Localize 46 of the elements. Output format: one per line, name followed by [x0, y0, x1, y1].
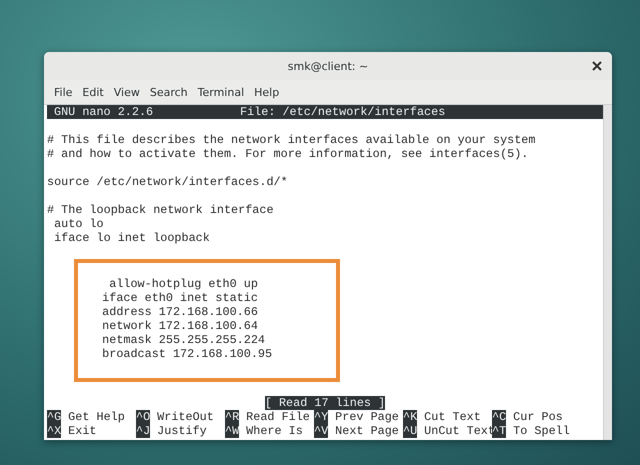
shortcut-key: ^V	[314, 424, 328, 438]
shortcut-label: Prev Page	[334, 410, 399, 424]
shortcut-label: Next Page	[334, 424, 399, 438]
code-line: allow-hotplug eth0 up	[108, 277, 259, 291]
shortcut-key: ^U	[403, 424, 418, 438]
shortcut-label: Exit	[67, 424, 96, 438]
shortcut-key: ^T	[492, 424, 506, 438]
menu-item[interactable]: Help	[249, 86, 284, 98]
shortcut-label: Get Help	[67, 410, 125, 424]
code-line: broadcast 172.168.100.95	[101, 347, 274, 361]
shortcut-label: Cur Pos	[512, 410, 563, 424]
menu-item[interactable]: View	[108, 86, 145, 98]
menu-item[interactable]: File	[49, 86, 78, 98]
code-line: auto lo	[53, 217, 105, 231]
shortcut-label: Read File	[245, 410, 310, 424]
status-message: [ Read 17 lines ]	[264, 396, 386, 410]
shortcut-label: Cut Text	[423, 410, 481, 424]
shortcut-key: ^X	[47, 424, 62, 438]
code-line: # and how to activate them. For more information, see interfaces(5).	[47, 147, 530, 161]
shortcut-key: ^C	[492, 410, 506, 424]
shortcut-key: ^J	[136, 424, 150, 438]
code-line: # The loopback network interface	[47, 203, 275, 217]
code-line: iface lo inet loopback	[53, 231, 211, 245]
code-line: address 172.168.100.66	[101, 305, 259, 319]
shortcut-key: ^K	[403, 410, 418, 424]
shortcut-label: Justify	[156, 424, 207, 438]
code-line: network 172.168.100.64	[101, 319, 259, 333]
nano-version: GNU nano 2.2.6	[53, 105, 154, 119]
code-line: netmask 255.255.255.224	[101, 333, 266, 347]
code-line: iface eth0 inet static	[101, 291, 259, 305]
shortcut-key: ^Y	[314, 410, 328, 424]
shortcut-key: ^G	[47, 410, 62, 424]
scrollbar[interactable]	[603, 105, 612, 440]
file-name: File: /etc/network/interfaces	[240, 105, 446, 119]
shortcut-label: Where Is	[245, 424, 303, 438]
menu-item[interactable]: Terminal	[192, 86, 250, 98]
menu-item[interactable]: Edit	[77, 86, 109, 98]
window-title: smk@client: ~	[288, 60, 368, 72]
shortcut-key: ^O	[136, 410, 150, 424]
code-line: # This file describes the network interfaces available on your system	[47, 133, 536, 147]
close-icon[interactable]	[592, 61, 602, 71]
menu-item[interactable]: Search	[144, 86, 193, 98]
shortcut-label: WriteOut	[156, 410, 214, 424]
shortcut-label: To Spell	[512, 424, 570, 438]
code-line: source /etc/network/interfaces.d/*	[47, 175, 289, 189]
shortcut-key: ^R	[225, 410, 240, 424]
